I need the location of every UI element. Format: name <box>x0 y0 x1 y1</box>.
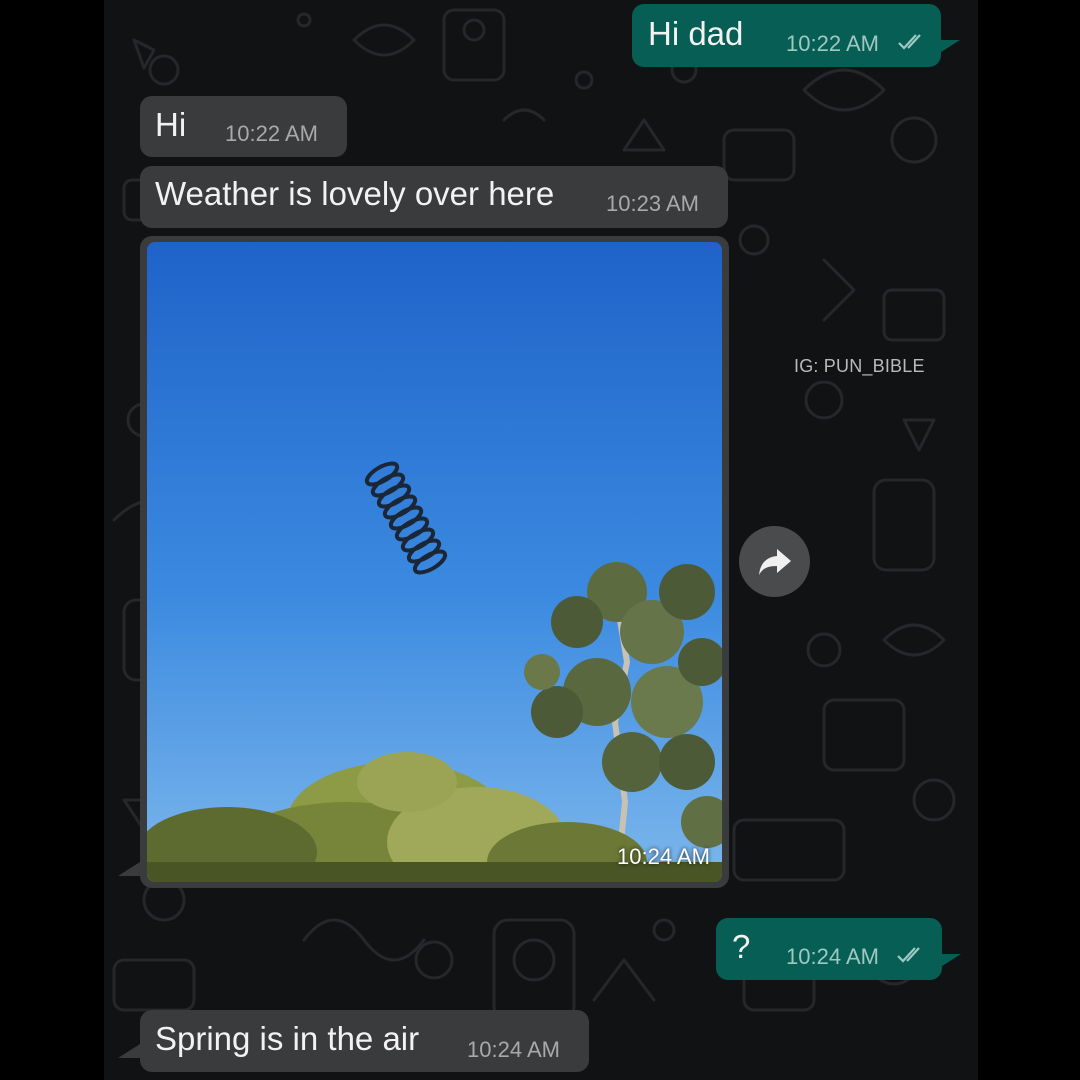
message-timestamp: 10:22 AM <box>225 121 318 146</box>
watermark-text: IG: PUN_BIBLE <box>794 356 925 376</box>
double-check-icon <box>898 34 921 50</box>
forward-button[interactable] <box>739 526 810 597</box>
message-text: Weather is lovely over here <box>155 175 555 212</box>
message-text: Hi dad <box>648 15 744 52</box>
outgoing-message-bubble[interactable]: ? 10:24 AM <box>716 918 942 980</box>
message-photo[interactable]: 10:24 AM <box>147 242 722 882</box>
message-timestamp: 10:24 AM <box>786 944 879 969</box>
message-text: ? <box>732 928 751 965</box>
message-text: Spring is in the air <box>155 1020 420 1057</box>
message-timestamp: 10:23 AM <box>606 191 699 216</box>
incoming-message-bubble[interactable]: Hi 10:22 AM <box>140 96 347 157</box>
message-timestamp: 10:24 AM <box>467 1037 560 1062</box>
incoming-message-bubble[interactable]: Spring is in the air 10:24 AM <box>140 1010 589 1072</box>
message-timestamp: 10:22 AM <box>786 31 879 56</box>
message-text: Hi <box>155 106 187 143</box>
image-timestamp: 10:24 AM <box>617 844 710 869</box>
outgoing-message-bubble[interactable]: Hi dad 10:22 AM <box>632 4 941 67</box>
bubble-tail <box>118 862 140 876</box>
forward-arrow-icon <box>758 548 791 575</box>
incoming-message-bubble[interactable]: Weather is lovely over here 10:23 AM <box>140 166 728 228</box>
bubble-tail <box>938 40 960 54</box>
bubble-tail <box>939 954 961 968</box>
image-message-bubble[interactable]: 10:24 AM <box>140 236 729 888</box>
bubble-tail <box>118 1044 140 1058</box>
double-check-icon <box>897 947 920 963</box>
